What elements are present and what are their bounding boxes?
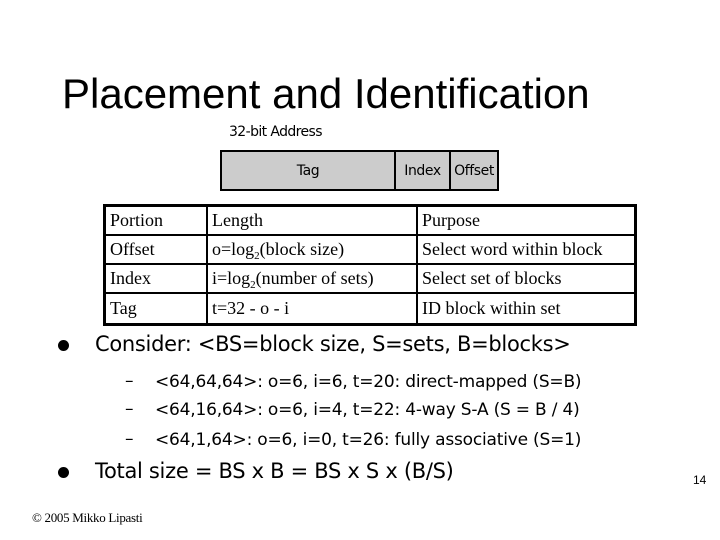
length-formula: t=32 - o - i — [212, 298, 290, 318]
table-row: Tag t=32 - o - i ID block within set — [103, 292, 637, 326]
length-formula-suffix: (number of sets) — [255, 268, 374, 288]
table-cell-portion: Offset — [103, 234, 208, 265]
length-formula-suffix: (block size) — [259, 239, 345, 259]
table-cell-purpose: ID block within set — [416, 292, 637, 326]
table-header-cell: Length — [206, 204, 418, 236]
table-cell-purpose: Select set of blocks — [416, 263, 637, 294]
address-diagram: Tag Index Offset — [220, 150, 499, 191]
table-cell-portion: Index — [103, 263, 208, 294]
table-cell-length: o=log2(block size) — [206, 234, 418, 265]
dash-bullet-icon: – — [125, 399, 134, 419]
table-header-cell: Purpose — [416, 204, 637, 236]
length-formula: i=log — [212, 268, 251, 288]
table-cell-length: t=32 - o - i — [206, 292, 418, 326]
table-header-cell: Portion — [103, 204, 208, 236]
address-field-index: Index — [396, 152, 451, 189]
table-row: Index i=log2(number of sets) Select set … — [103, 263, 637, 294]
table-cell-portion: Tag — [103, 292, 208, 326]
table-header-row: Portion Length Purpose — [103, 204, 637, 236]
address-field-tag: Tag — [222, 152, 396, 189]
length-formula: o=log — [212, 239, 255, 259]
address-diagram-label: 32-bit Address — [229, 124, 323, 140]
table-cell-purpose: Select word within block — [416, 234, 637, 265]
sub-bullet-item: <64,64,64>: o=6, i=6, t=20: direct-mappe… — [155, 372, 582, 392]
table-row: Offset o=log2(block size) Select word wi… — [103, 234, 637, 265]
bullet-item: Total size = BS x B = BS x S x (B/S) — [95, 459, 454, 483]
bullet-dot-icon — [58, 340, 69, 351]
page-number: 14 — [693, 473, 707, 487]
address-portions-table: Portion Length Purpose Offset o=log2(blo… — [103, 204, 637, 326]
address-field-offset: Offset — [454, 162, 494, 179]
dash-bullet-icon: – — [125, 371, 134, 391]
bullet-dot-icon — [58, 467, 69, 478]
bullet-item: Consider: <BS=block size, S=sets, B=bloc… — [95, 332, 571, 356]
sub-bullet-item: <64,16,64>: o=6, i=4, t=22: 4-way S-A (S… — [155, 400, 580, 420]
slide-title: Placement and Identification — [62, 70, 590, 117]
sub-bullet-item: <64,1,64>: o=6, i=0, t=26: fully associa… — [155, 430, 582, 450]
copyright-footer: © 2005 Mikko Lipasti — [32, 510, 143, 525]
table-cell-length: i=log2(number of sets) — [206, 263, 418, 294]
dash-bullet-icon: – — [125, 429, 134, 449]
